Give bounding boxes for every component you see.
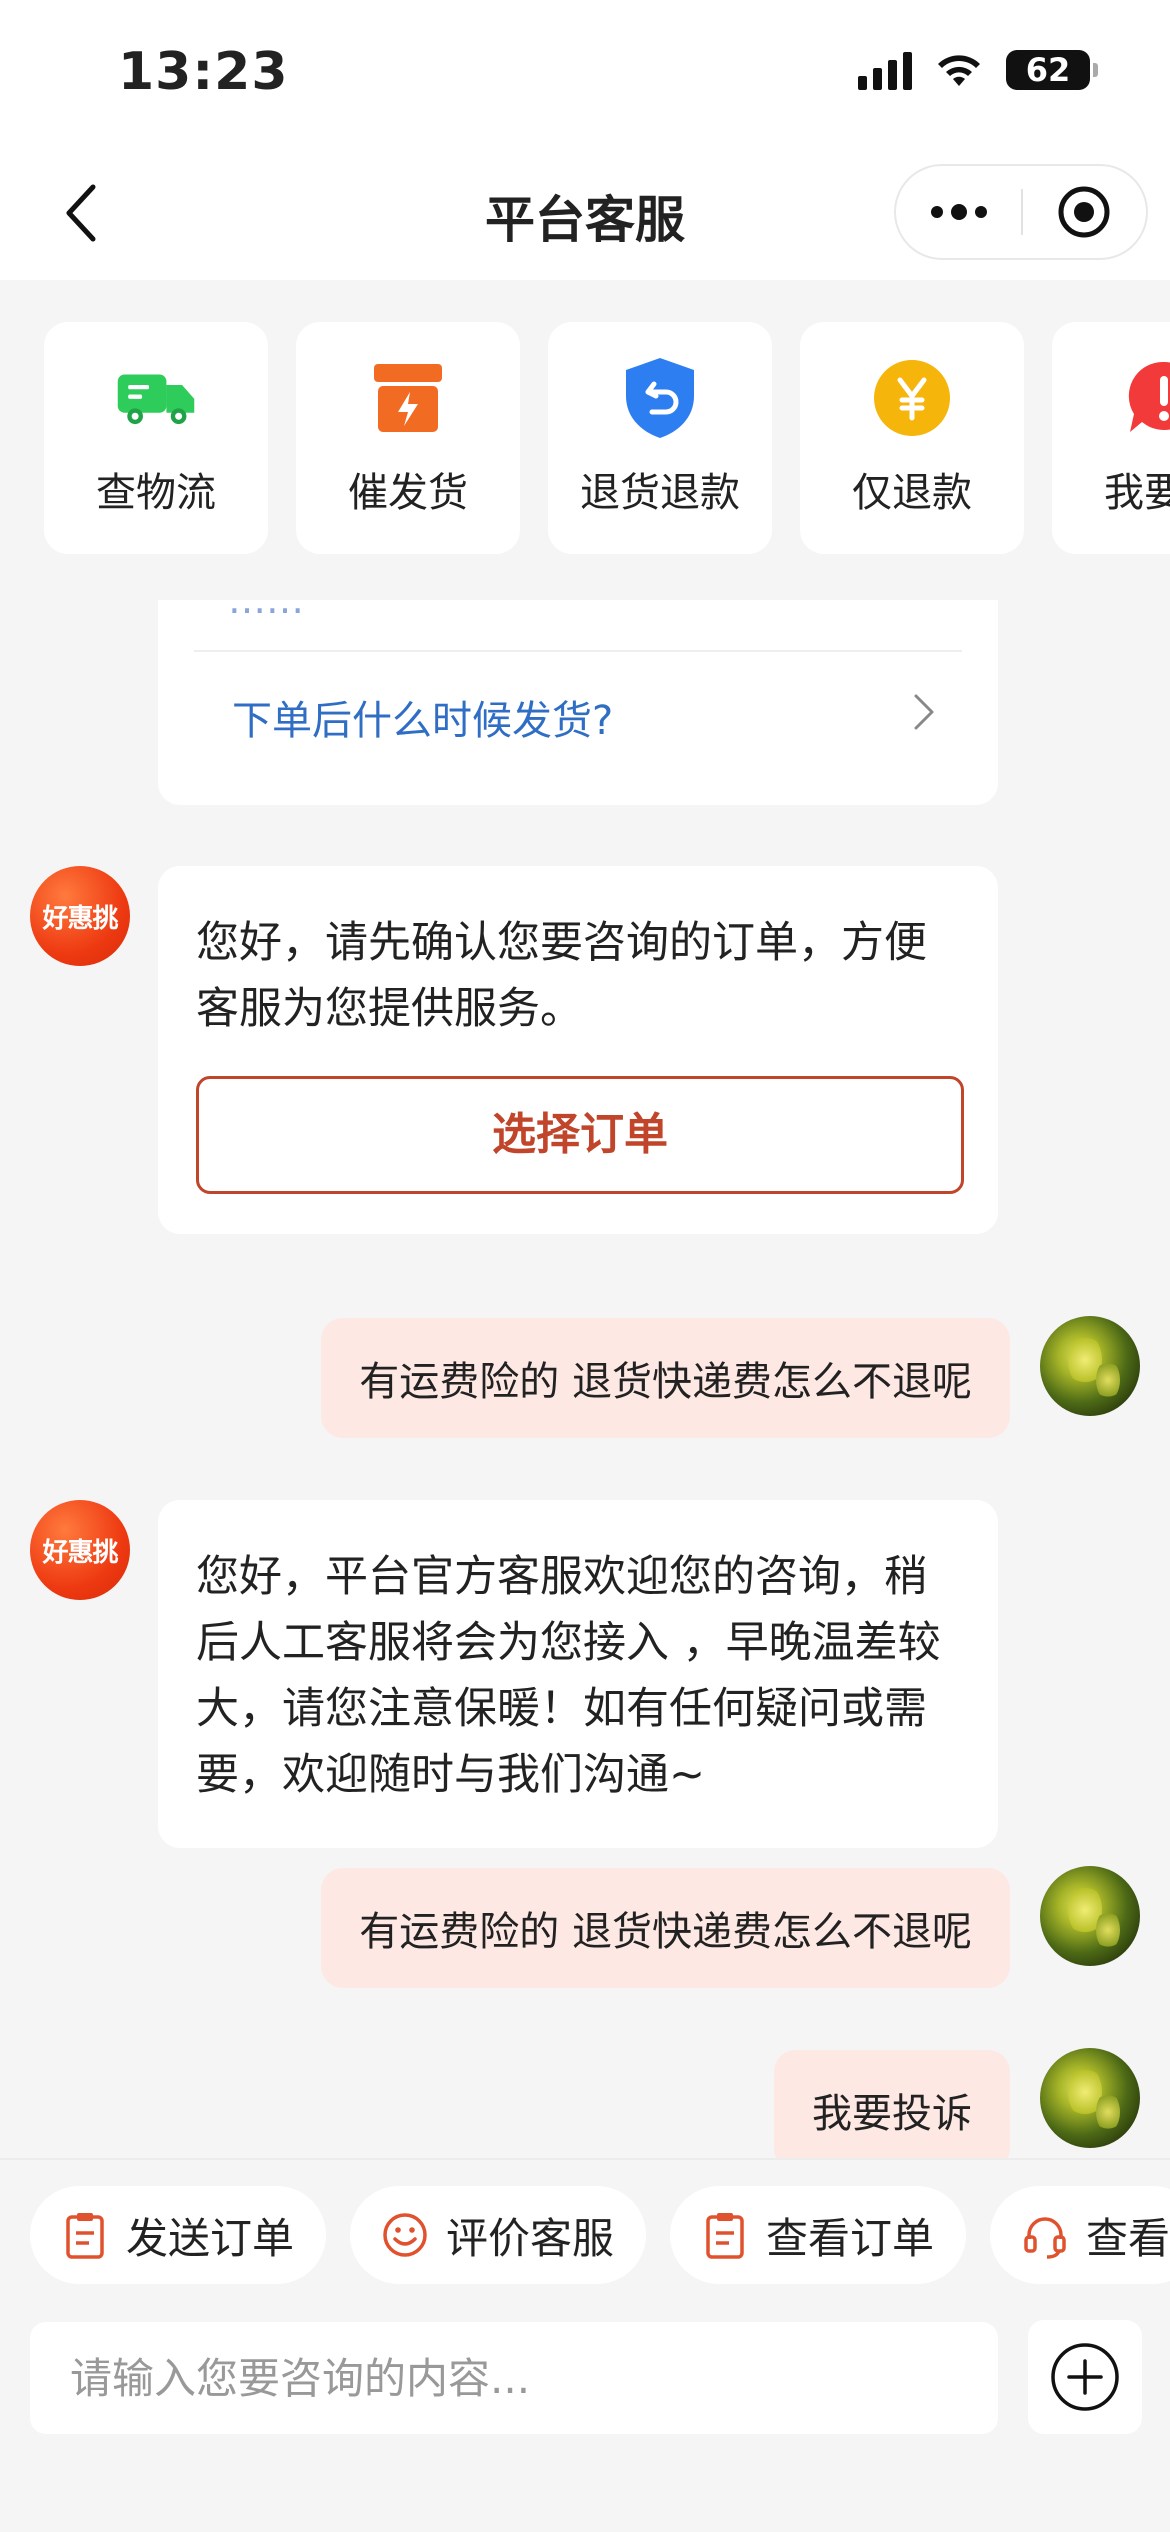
add-attachment-button[interactable] [1028,2320,1142,2434]
clipboard-icon [60,2210,110,2260]
truck-icon [116,358,196,438]
wifi-icon [938,55,980,86]
chip-rate-service[interactable]: 评价客服 [350,2186,647,2284]
alert-bubble-icon [1124,358,1170,438]
user-avatar[interactable] [1040,2048,1140,2148]
status-time: 13:23 [118,42,289,102]
bot-message: 您好，请先确认您要咨询的订单，方便客服为您提供服务。 选择订单 [158,866,998,1234]
quick-action-urge-shipping[interactable]: 催发货 [296,322,520,554]
battery-icon: 62 [1006,50,1098,90]
quick-action-complain[interactable]: 我要投 [1052,322,1170,554]
plus-circle-icon [1051,2343,1119,2411]
faq-cut-text: …… [228,600,304,622]
message-text: 我要投诉 [812,2091,972,2137]
close-button[interactable] [1023,184,1146,240]
quick-actions-bar: 查物流 催发货 退货退款 仅退款 我要 [0,322,1170,558]
chip-label: 评价客服 [446,2213,615,2263]
user-avatar[interactable] [1040,1866,1140,1966]
quick-action-label: 我要投 [1104,470,1170,516]
quick-action-label: 催发货 [348,470,468,516]
message-text: 有运费险的 退货快递费怎么不退呢 [359,1909,972,1955]
faq-card: …… 下单后什么时候发货? [158,600,998,805]
box-lightning-icon [368,358,448,438]
faq-question-link[interactable]: 下单后什么时候发货? [232,688,613,746]
message-text: 您好，平台官方客服欢迎您的咨询，稍后人工客服将会为您接入 ，早晚温差较大，请您注… [196,1552,941,1800]
quick-action-label: 查物流 [96,470,216,516]
message-text: 您好，请先确认您要咨询的订单，方便客服为您提供服务。 [196,918,927,1034]
bot-avatar[interactable]: 好惠挑 [30,866,130,966]
quick-action-logistics[interactable]: 查物流 [44,322,268,554]
smile-icon [380,2210,430,2260]
status-icons: 62 [858,50,1098,90]
faq-divider [194,650,962,652]
message-input[interactable] [30,2322,998,2434]
message-text: 有运费险的 退货快递费怎么不退呢 [359,1359,972,1405]
user-message: 有运费险的 退货快递费怎么不退呢 [321,1318,1010,1438]
nav-bar: 平台客服 [0,150,1170,280]
target-circle-icon [1058,186,1110,238]
chat-area[interactable]: …… 下单后什么时候发货? 好惠挑 您好，请先确认您要咨询的订单，方便客服为您提… [0,600,1170,2158]
signal-icon [858,50,912,90]
chip-label: 查看 [1086,2213,1170,2263]
chip-view[interactable]: 查看 [990,2186,1170,2284]
headset-icon [1020,2210,1070,2260]
bot-message: 您好，平台官方客服欢迎您的咨询，稍后人工客服将会为您接入 ，早晚温差较大，请您注… [158,1500,998,1848]
shortcut-chips: 发送订单 评价客服 查看订单 查看 [0,2186,1170,2286]
bottom-bar: 发送订单 评价客服 查看订单 查看 [0,2158,1170,2532]
user-avatar[interactable] [1040,1316,1140,1416]
quick-action-refund-only[interactable]: 仅退款 [800,322,1024,554]
user-message: 有运费险的 退货快递费怎么不退呢 [321,1868,1010,1988]
status-bar: 13:23 62 [0,0,1170,150]
mini-program-capsule [894,164,1148,260]
user-message: 我要投诉 [774,2050,1010,2158]
bot-avatar[interactable]: 好惠挑 [30,1500,130,1600]
shield-return-icon [620,358,700,438]
quick-action-return-refund[interactable]: 退货退款 [548,322,772,554]
chip-send-order[interactable]: 发送订单 [30,2186,327,2284]
yen-coin-icon [872,358,952,438]
quick-action-label: 退货退款 [580,470,740,516]
chip-label: 发送订单 [126,2213,295,2263]
chip-label: 查看订单 [766,2213,935,2263]
chip-view-order[interactable]: 查看订单 [670,2186,967,2284]
clipboard-icon [700,2210,750,2260]
chevron-right-icon [914,694,934,730]
more-button[interactable] [896,204,1021,220]
quick-action-label: 仅退款 [852,470,972,516]
select-order-button[interactable]: 选择订单 [196,1076,964,1194]
